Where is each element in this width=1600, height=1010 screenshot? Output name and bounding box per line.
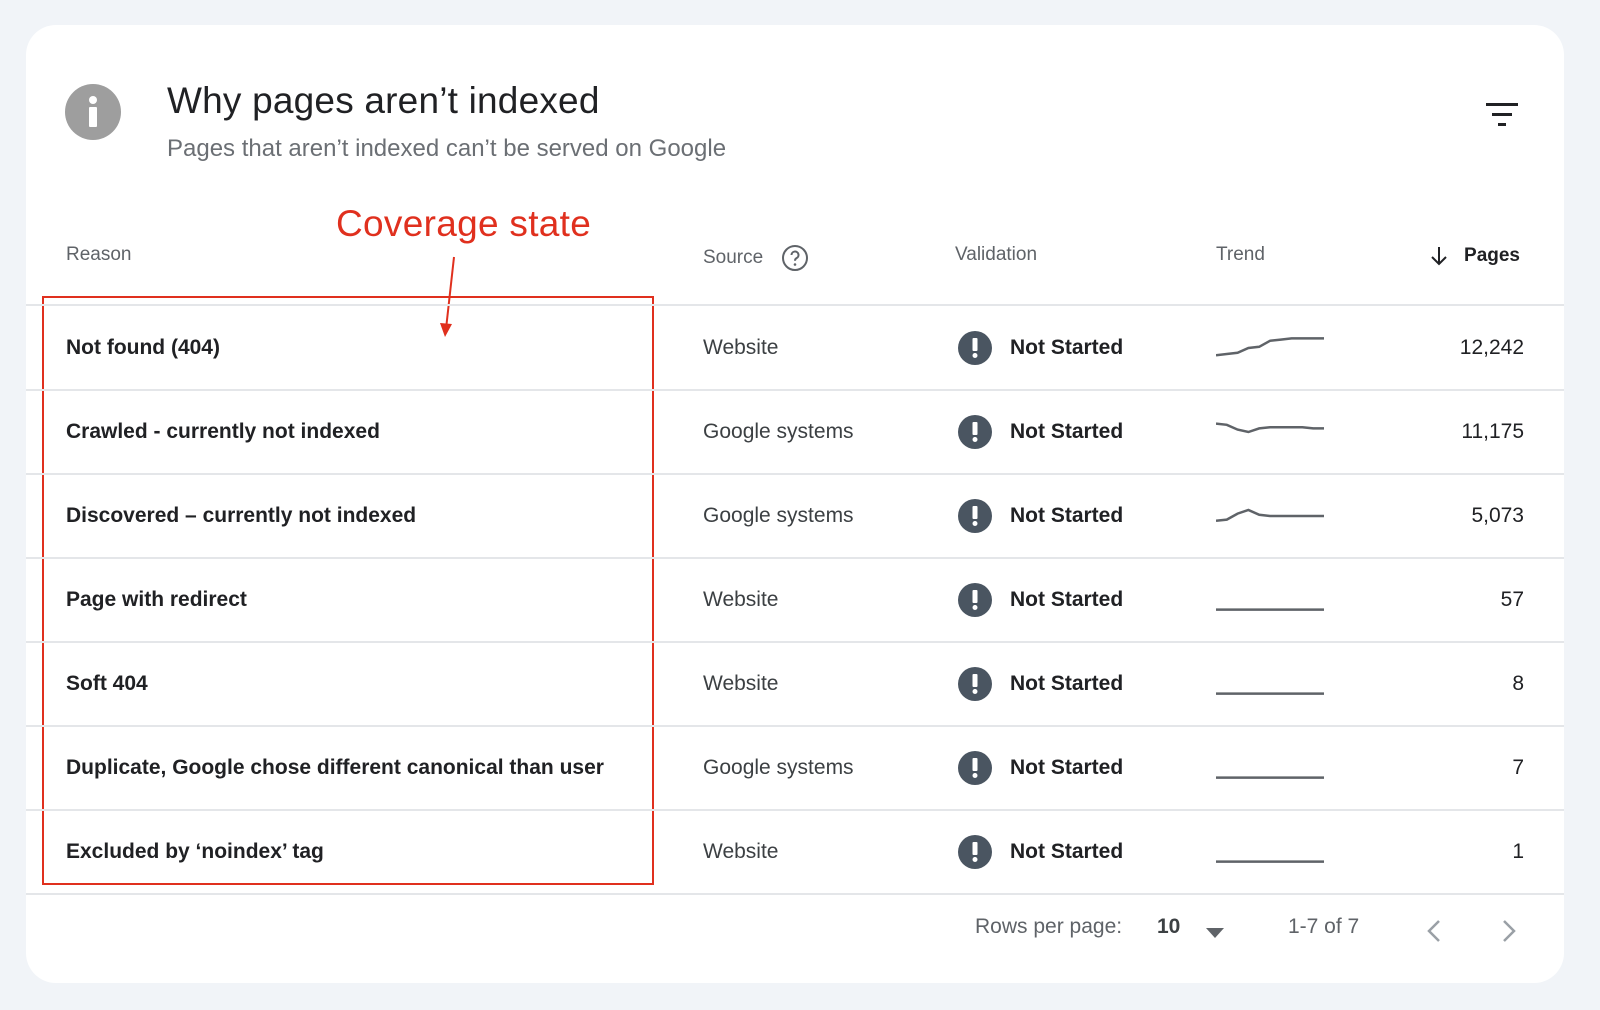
pages-count: 57 — [1500, 587, 1524, 611]
source-cell: Website — [703, 335, 779, 359]
column-header-trend: Trend — [1216, 244, 1265, 265]
trend-sparkline — [1216, 726, 1324, 809]
pages-count: 5,073 — [1471, 503, 1524, 527]
sparkline-line — [1216, 421, 1324, 433]
validation-cell: Not Started — [958, 306, 1123, 389]
exclamation-icon — [958, 414, 992, 449]
pagination-range: 1-7 of 7 — [1288, 915, 1360, 938]
table-row[interactable]: Excluded by ‘noindex’ tag Website Not Star… — [26, 810, 1564, 893]
exclamation-icon — [958, 666, 992, 701]
reason-cell[interactable]: Excluded by ‘noindex’ tag — [66, 810, 324, 893]
sparkline-svg — [1216, 508, 1324, 522]
caret-down-icon — [1206, 921, 1225, 938]
sparkline-svg — [1216, 775, 1324, 779]
sparkline-svg — [1216, 607, 1324, 611]
pages-count: 7 — [1512, 755, 1524, 779]
exclamation-icon — [958, 582, 992, 617]
reason-cell[interactable]: Not found (404) — [66, 306, 220, 389]
reason-cell[interactable]: Crawled - currently not indexed — [66, 390, 380, 473]
sparkline-svg — [1216, 421, 1324, 433]
column-header-validation: Validation — [955, 244, 1038, 265]
arrow-down-icon — [1428, 244, 1450, 268]
source-cell: Website — [703, 587, 779, 611]
sparkline-line — [1216, 336, 1324, 356]
reason-cell[interactable]: Page with redirect — [66, 558, 247, 641]
row-divider — [26, 893, 1564, 895]
rows-per-page-value: 10 — [1157, 915, 1181, 938]
table-row[interactable]: Crawled - currently not indexed Google sy… — [26, 390, 1564, 473]
validation-cell: Not Started — [958, 390, 1123, 473]
exclamation-icon — [958, 498, 992, 533]
column-header-pages[interactable]: Pages — [1428, 244, 1520, 268]
chevron-right-icon[interactable] — [1500, 918, 1518, 944]
info-icon — [65, 84, 121, 140]
trend-sparkline — [1216, 390, 1324, 473]
validation-status: Not Started — [1010, 335, 1124, 359]
reason-cell[interactable]: Duplicate, Google chose different canoni… — [66, 726, 604, 809]
validation-status: Not Started — [1010, 419, 1124, 443]
sparkline-svg — [1216, 859, 1324, 863]
pages-count: 12,242 — [1459, 335, 1524, 359]
source-cell: Website — [703, 839, 779, 863]
column-header-reason: Reason — [66, 244, 132, 265]
reason-cell[interactable]: Soft 404 — [66, 642, 148, 725]
exclamation-icon — [958, 750, 992, 785]
sparkline-svg — [1216, 336, 1324, 356]
filter-icon[interactable] — [1484, 100, 1520, 130]
pages-count: 8 — [1512, 671, 1524, 695]
table-row[interactable]: Page with redirect Website Not Started 57 — [26, 558, 1564, 641]
source-cell: Website — [703, 671, 779, 695]
rows-per-page-label: Rows per page: — [975, 915, 1123, 938]
source-cell: Google systems — [703, 755, 854, 779]
validation-status: Not Started — [1010, 587, 1124, 611]
sparkline-line — [1216, 508, 1324, 522]
validation-cell: Not Started — [958, 474, 1123, 557]
validation-status: Not Started — [1010, 755, 1124, 779]
page-title: Why pages aren’t indexed — [167, 80, 600, 121]
trend-sparkline — [1216, 642, 1324, 725]
annotation-label: Coverage state — [336, 203, 592, 244]
chevron-left-icon[interactable] — [1425, 918, 1443, 944]
trend-sparkline — [1216, 474, 1324, 557]
validation-status: Not Started — [1010, 671, 1124, 695]
page-subtitle: Pages that aren’t indexed can’t be serve… — [167, 135, 727, 162]
pages-count: 1 — [1512, 839, 1524, 863]
validation-cell: Not Started — [958, 558, 1123, 641]
table-row[interactable]: Discovered – currently not indexed Google… — [26, 474, 1564, 557]
trend-sparkline — [1216, 306, 1324, 389]
exclamation-icon — [958, 834, 992, 869]
table-row[interactable]: Duplicate, Google chose different canoni… — [26, 726, 1564, 809]
validation-cell: Not Started — [958, 810, 1123, 893]
column-header-source: Source — [703, 244, 809, 272]
validation-cell: Not Started — [958, 642, 1123, 725]
table-row[interactable]: Not found (404) Website Not Started 12,242 — [26, 306, 1564, 389]
validation-cell: Not Started — [958, 726, 1123, 809]
pages-count: 11,175 — [1461, 419, 1524, 443]
exclamation-icon — [958, 330, 992, 365]
source-cell: Google systems — [703, 419, 854, 443]
column-header-pages-label: Pages — [1464, 245, 1520, 266]
sparkline-svg — [1216, 691, 1324, 695]
validation-status: Not Started — [1010, 839, 1124, 863]
column-header-source-label: Source — [703, 247, 764, 268]
rows-per-page-select[interactable]: 10 — [1157, 915, 1225, 939]
source-cell: Google systems — [703, 503, 854, 527]
help-icon[interactable] — [781, 244, 809, 272]
reason-cell[interactable]: Discovered – currently not indexed — [66, 474, 416, 557]
table-row[interactable]: Soft 404 Website Not Started 8 — [26, 642, 1564, 725]
trend-sparkline — [1216, 810, 1324, 893]
trend-sparkline — [1216, 558, 1324, 641]
validation-status: Not Started — [1010, 503, 1124, 527]
